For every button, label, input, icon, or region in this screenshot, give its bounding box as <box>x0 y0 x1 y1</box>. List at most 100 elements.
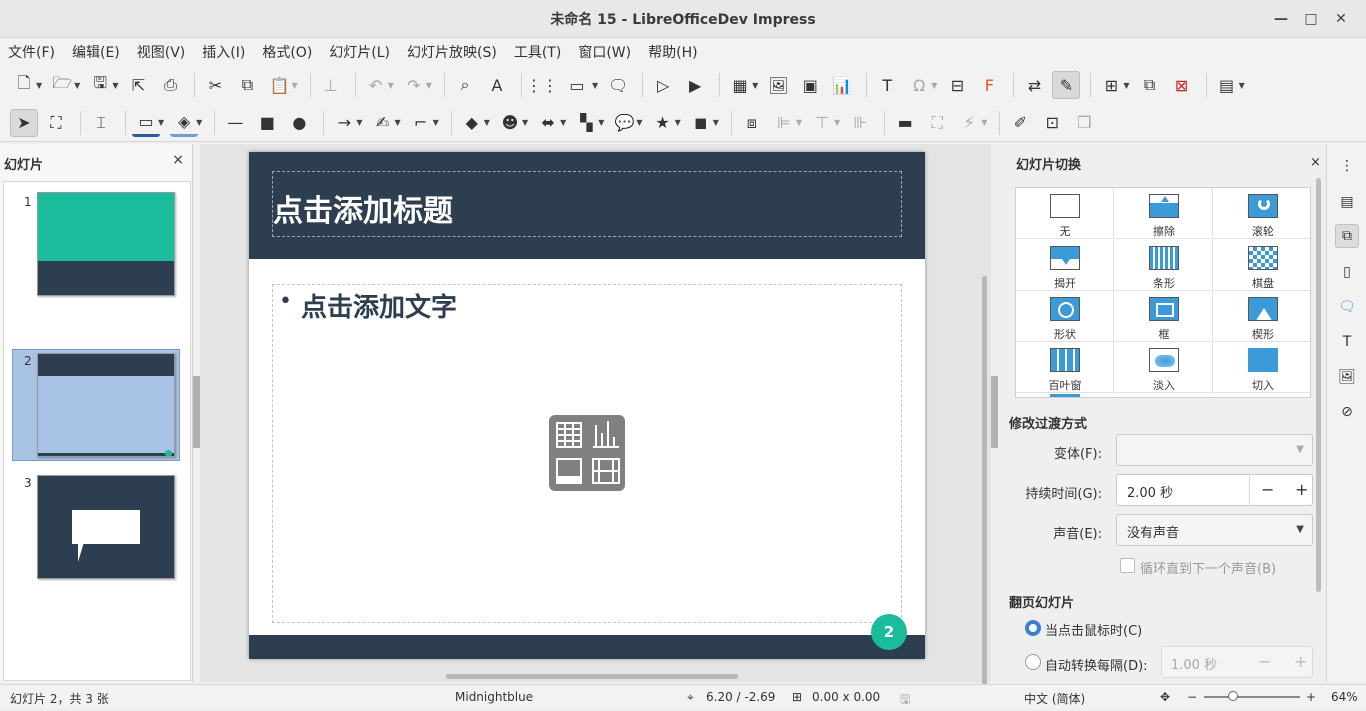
language[interactable]: 中文 (简体) <box>1024 690 1085 707</box>
line-color-dropdown-icon[interactable]: ▼ <box>158 118 164 127</box>
transition-wheel[interactable]: 滚轮 <box>1214 188 1310 239</box>
collapse-sidebar-handle[interactable] <box>991 376 998 448</box>
navigator-tab-icon[interactable]: ⊘ <box>1335 400 1359 424</box>
save-icon[interactable]: 🖫 <box>86 71 114 99</box>
editor-vertical-scrollbar[interactable] <box>979 146 989 686</box>
menu-view[interactable]: 视图(V) <box>137 42 186 62</box>
auto-advance-radio[interactable] <box>1025 654 1041 670</box>
filter-dropdown-icon[interactable]: ▼ <box>981 118 987 127</box>
zoom-slider[interactable] <box>1204 696 1300 698</box>
new-slide-icon[interactable]: ⊞ <box>1097 71 1125 99</box>
special-character-icon[interactable]: Ω <box>905 71 933 99</box>
toggle-extrusion-icon[interactable]: ❒ <box>1070 109 1098 137</box>
new-document-icon[interactable]: 🗋 <box>10 71 38 99</box>
undo-icon[interactable]: ↶ <box>362 71 390 99</box>
transition-cut[interactable]: 切入 <box>1214 342 1310 393</box>
scrollbar-thumb[interactable] <box>446 674 738 679</box>
block-arrows-icon[interactable]: ⬌ <box>534 109 562 137</box>
loop-sound-checkbox[interactable] <box>1120 558 1135 573</box>
find-replace-icon[interactable]: ⌕ <box>451 71 479 99</box>
slide-layout-icon[interactable]: ▤ <box>1213 71 1241 99</box>
symbol-dropdown-icon[interactable]: ▼ <box>522 118 528 127</box>
arrange-icon[interactable]: ⊤ <box>808 109 836 137</box>
styles-tab-icon[interactable]: T <box>1335 330 1359 354</box>
curve-icon[interactable]: ✍ <box>368 109 396 137</box>
table-dropdown-icon[interactable]: ▼ <box>752 81 758 90</box>
save-dropdown-icon[interactable]: ▼ <box>112 81 118 90</box>
insert-video-icon[interactable] <box>592 458 620 484</box>
transition-box[interactable]: 框 <box>1115 291 1213 342</box>
ellipse-icon[interactable]: ● <box>285 109 313 137</box>
paste-icon[interactable]: 📋 <box>265 71 293 99</box>
distribute-icon[interactable]: ⊪ <box>846 109 874 137</box>
menu-insert[interactable]: 插入(I) <box>202 42 245 62</box>
views-dropdown-icon[interactable]: ▼ <box>592 81 598 90</box>
text-frame-icon[interactable]: ⌶ <box>87 109 115 137</box>
insert-field-icon[interactable]: ⊟ <box>943 71 971 99</box>
slide-thumbnail-1[interactable] <box>37 192 175 296</box>
transition-none[interactable]: 无 <box>1016 188 1114 239</box>
line-icon[interactable]: — <box>221 109 249 137</box>
transition-uncover[interactable]: 揭开 <box>1016 240 1114 291</box>
transition-fade[interactable]: 淡入 <box>1115 342 1213 393</box>
gluepoints-icon[interactable]: ⊡ <box>1038 109 1066 137</box>
connector-icon[interactable]: ⌐ <box>407 109 435 137</box>
stars-icon[interactable]: ★ <box>649 109 677 137</box>
zoom-in-button[interactable]: + <box>1306 690 1316 704</box>
decrease-interval-button[interactable]: − <box>1258 652 1271 671</box>
open-dropdown-icon[interactable]: ▼ <box>74 81 80 90</box>
increase-interval-button[interactable]: + <box>1294 652 1307 671</box>
crop-icon[interactable]: ⛶ <box>923 109 951 137</box>
title-placeholder[interactable]: 点击添加标题 <box>272 171 902 237</box>
new-slide-dropdown-icon[interactable]: ▼ <box>1123 81 1129 90</box>
properties-tab-icon[interactable]: ▤ <box>1335 190 1359 214</box>
menu-tools[interactable]: 工具(T) <box>514 42 561 62</box>
fit-slide-icon[interactable]: ✥ <box>1160 690 1170 704</box>
comment-icon[interactable]: 🗨 <box>604 71 632 99</box>
filter-icon[interactable]: ⚡ <box>955 109 983 137</box>
menu-window[interactable]: 窗口(W) <box>578 42 631 62</box>
scrollbar-thumb[interactable] <box>982 276 987 686</box>
copy-icon[interactable]: ⧉ <box>233 71 261 99</box>
display-views-icon[interactable]: ▭ <box>560 71 594 99</box>
menu-format[interactable]: 格式(O) <box>262 42 312 62</box>
increase-duration-button[interactable]: + <box>1295 480 1308 499</box>
gallery-tab-icon[interactable]: 🖼 <box>1335 365 1359 389</box>
symbol-shapes-icon[interactable]: ☻ <box>496 109 524 137</box>
slide-transition-tab-icon[interactable]: ⧉ <box>1335 224 1359 248</box>
zoom-level[interactable]: 64% <box>1331 690 1358 704</box>
3d-objects-icon[interactable]: ◼ <box>687 109 715 137</box>
menu-help[interactable]: 帮助(H) <box>648 42 697 62</box>
special-char-dropdown-icon[interactable]: ▼ <box>931 81 937 90</box>
menu-file[interactable]: 文件(F) <box>8 42 55 62</box>
insert-table-icon[interactable]: ▦ <box>726 71 754 99</box>
auto-advance-stepper[interactable]: 1.00 秒 − + <box>1161 646 1313 678</box>
zoom-slider-handle[interactable] <box>1228 691 1238 701</box>
duplicate-slide-icon[interactable]: ⧉ <box>1136 71 1164 99</box>
collapse-slides-pane-handle[interactable] <box>193 376 200 448</box>
insert-image-icon[interactable] <box>556 458 582 484</box>
master-slides-tab-icon[interactable]: 🗨 <box>1335 295 1359 319</box>
grid-icon[interactable]: ⋮⋮ <box>526 71 558 99</box>
transition-wipe[interactable]: 擦除 <box>1115 188 1213 239</box>
zoom-pan-icon[interactable]: ⛶ <box>42 109 70 137</box>
scrollbar-thumb[interactable] <box>1316 178 1321 592</box>
minimize-icon[interactable]: — <box>1266 8 1296 30</box>
print-icon[interactable]: ⎙ <box>156 71 184 99</box>
transition-shape[interactable]: 形状 <box>1016 291 1114 342</box>
show-draw-functions-icon[interactable]: ✎ <box>1052 71 1081 99</box>
variant-select[interactable]: ▼ <box>1116 434 1313 466</box>
menu-slideshow[interactable]: 幻灯片放映(S) <box>407 42 497 62</box>
rectangle-icon[interactable]: ■ <box>253 109 281 137</box>
transition-checkerboard[interactable]: 棋盘 <box>1214 240 1310 291</box>
transition-venetian[interactable]: 百叶窗 <box>1016 342 1114 393</box>
select-pointer-icon[interactable]: ➤ <box>10 108 38 137</box>
redo-icon[interactable]: ↷ <box>400 71 428 99</box>
callout-icon[interactable]: 💬 <box>610 109 638 137</box>
editor-horizontal-scrollbar[interactable] <box>200 672 980 680</box>
duration-stepper[interactable]: 2.00 秒 − + <box>1116 474 1313 506</box>
stars-dropdown-icon[interactable]: ▼ <box>675 118 681 127</box>
content-placeholder[interactable]: • 点击添加文字 <box>272 284 902 623</box>
insert-chart-icon[interactable]: 📊 <box>828 71 856 99</box>
close-window-icon[interactable]: ✕ <box>1326 8 1356 30</box>
